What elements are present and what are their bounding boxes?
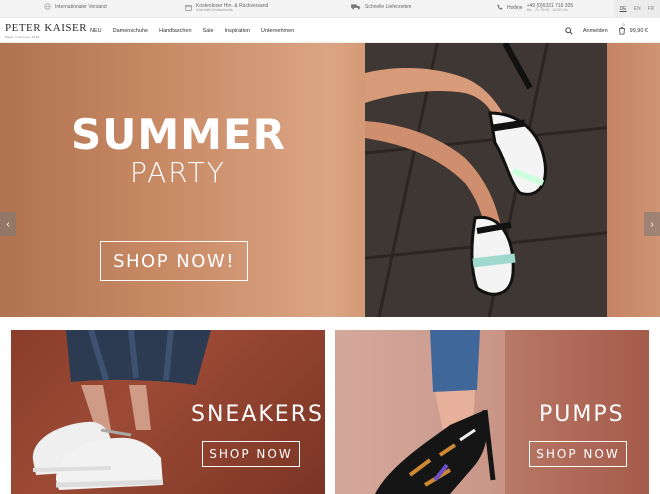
nav-actions: Anmelden 0 99,90 €	[565, 18, 648, 43]
carousel-prev-button[interactable]: ‹	[0, 212, 16, 236]
menu-item-handtaschen[interactable]: Handtaschen	[159, 28, 191, 34]
logo-text: PETER KAISER	[5, 22, 88, 34]
box-icon	[185, 5, 192, 11]
menu-item-damenschuhe[interactable]: Damenschuhe	[113, 28, 148, 34]
logo-tagline: Made in Europe 1838	[5, 35, 40, 39]
lang-de[interactable]: DE	[620, 6, 627, 12]
hotline-info[interactable]: Hotline +49 (0)6331 716 305 Mo. - Fr. 09…	[496, 3, 573, 12]
shipping-info: Internationaler Versand	[44, 3, 107, 10]
pumps-label: PUMPS	[539, 402, 625, 427]
category-tile-pumps[interactable]: PUMPS SHOP NOW	[335, 330, 649, 494]
delivery-text: Schnelle Lieferzeiten	[365, 3, 412, 10]
carousel-next-button[interactable]: ›	[644, 212, 660, 236]
login-link[interactable]: Anmelden	[583, 28, 608, 34]
hotline-hours: Mo. - Fr. 09:00 - 16:00 Uhr	[526, 8, 568, 12]
truck-icon	[351, 4, 361, 10]
shipping-text: Internationaler Versand	[55, 3, 107, 10]
chevron-right-icon: ›	[650, 218, 654, 230]
sneakers-label: SNEAKERS	[191, 402, 324, 427]
hero-shop-now-button[interactable]: SHOP NOW!	[100, 241, 248, 281]
hero-banner[interactable]: SUMMER PARTY SHOP NOW! ‹ ›	[0, 43, 660, 317]
top-info-bar: Internationaler Versand Kostenloser Hin-…	[0, 0, 660, 18]
cart-total: 99,90 €	[629, 27, 648, 34]
cart-button[interactable]: 0 99,90 €	[618, 23, 648, 35]
returns-info: Kostenloser Hin- & Rückversand innerhalb…	[185, 3, 268, 12]
lang-fr[interactable]: FR	[648, 6, 655, 12]
lang-en[interactable]: EN	[634, 6, 641, 12]
cart-icon	[618, 26, 625, 35]
main-navigation: PETER KAISER Made in Europe 1838 NEU Dam…	[0, 18, 660, 43]
phone-icon	[497, 4, 503, 10]
hero-image-floor	[365, 43, 607, 317]
menu-item-sale[interactable]: Sale	[203, 28, 214, 34]
search-icon[interactable]	[565, 26, 573, 35]
cart-count: 0	[622, 23, 625, 27]
language-switcher: DE EN FR	[614, 0, 660, 18]
sneakers-shop-now-button[interactable]: SHOP NOW	[202, 441, 300, 467]
globe-icon	[44, 3, 51, 10]
main-menu: NEU Damenschuhe Handtaschen Sale Inspira…	[90, 18, 294, 43]
brand-logo[interactable]: PETER KAISER Made in Europe 1838	[5, 22, 88, 40]
hotline-label: Hotline	[507, 4, 523, 11]
menu-item-unternehmen[interactable]: Unternehmen	[261, 28, 294, 34]
pumps-shop-now-button[interactable]: SHOP NOW	[529, 441, 627, 467]
menu-item-neu[interactable]: NEU	[90, 28, 102, 34]
category-tile-sneakers[interactable]: SNEAKERS SHOP NOW	[11, 330, 325, 494]
chevron-left-icon: ‹	[6, 218, 10, 230]
hero-right-strip	[607, 43, 660, 317]
menu-item-inspiration[interactable]: Inspiration	[225, 28, 250, 34]
legs-sandals-image	[365, 43, 547, 296]
hero-title: SUMMER	[71, 110, 286, 159]
hero-subtitle: PARTY	[130, 156, 226, 189]
delivery-info: Schnelle Lieferzeiten	[351, 3, 411, 10]
